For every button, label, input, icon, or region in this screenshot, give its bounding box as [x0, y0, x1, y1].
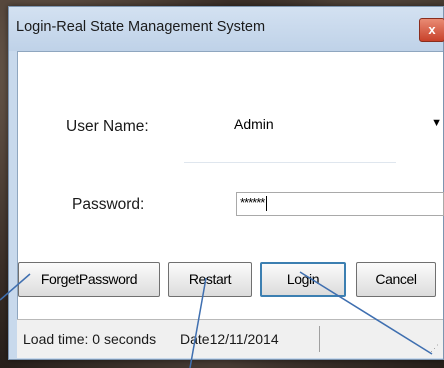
arrow-restart [189, 277, 207, 368]
arrow-login [299, 271, 433, 355]
arrow-forget-password [0, 273, 31, 301]
annotation-arrows [0, 271, 433, 368]
